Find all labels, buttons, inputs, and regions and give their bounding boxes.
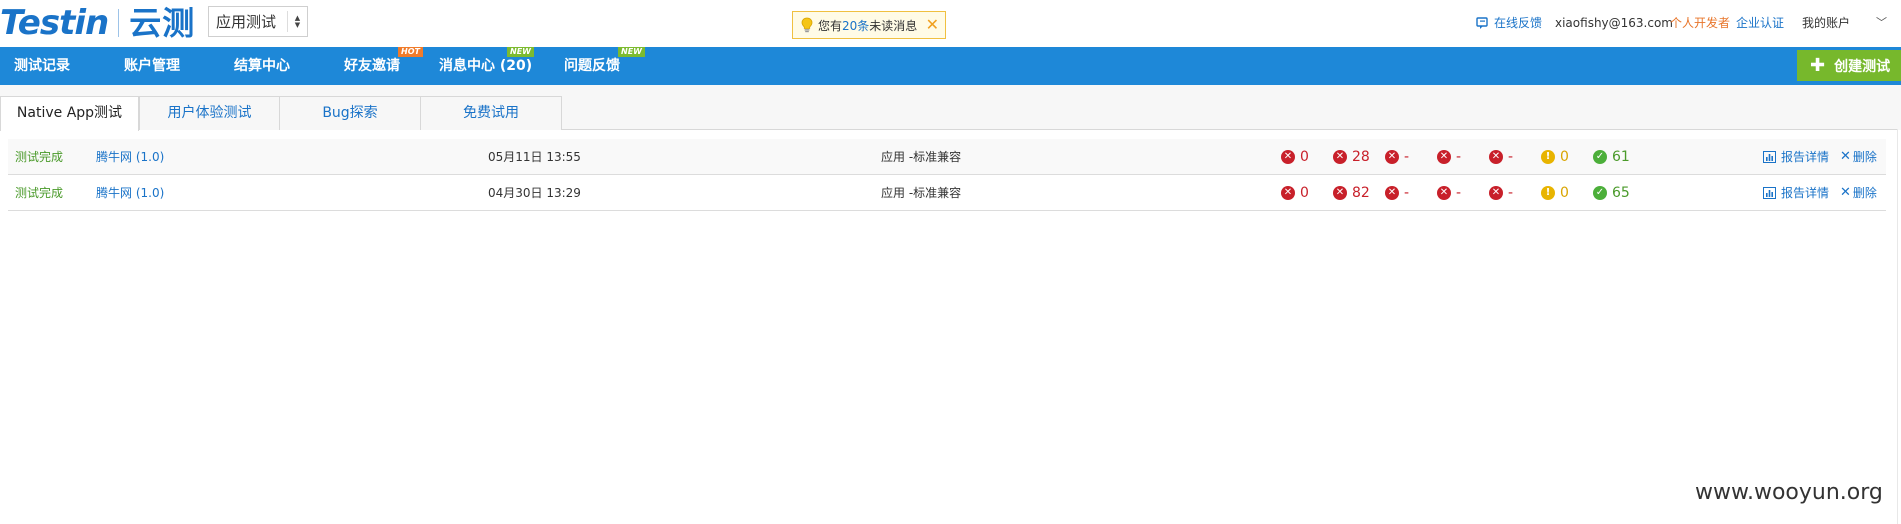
new-badge: NEW <box>618 47 645 57</box>
tab-native-app[interactable]: Native App测试 <box>0 96 139 131</box>
row-test-type: 应用 -标准兼容 <box>881 186 962 200</box>
main-nav: 测试记录 账户管理 结算中心 好友邀请 HOT 消息中心 (20) NEW 问题… <box>0 47 1901 85</box>
watermark-text: www.wooyun.org <box>1695 480 1883 505</box>
tab-free-trial[interactable]: 免费试用 <box>420 96 562 130</box>
report-detail-label: 报告详情 <box>1781 150 1830 164</box>
metric-error-3: ✕ - <box>1385 139 1409 175</box>
check-icon: ✓ <box>1593 186 1607 200</box>
metric-error-1: ✕ 0 <box>1281 175 1309 211</box>
enterprise-auth-link[interactable]: 企业认证 <box>1736 14 1784 32</box>
row-status: 测试完成 <box>15 150 64 164</box>
error-icon: ✕ <box>1333 150 1347 164</box>
metric-error-5: ✕ - <box>1489 175 1513 211</box>
error-icon: ✕ <box>1489 186 1503 200</box>
report-detail-link[interactable]: 报告详情 <box>1763 139 1829 175</box>
nav-account-management[interactable]: 账户管理 <box>124 47 180 85</box>
tab-user-experience[interactable]: 用户体验测试 <box>139 96 280 130</box>
chevron-down-icon[interactable]: ﹀ <box>1876 14 1887 32</box>
new-badge: NEW <box>507 47 534 57</box>
nav-friend-invite[interactable]: 好友邀请 <box>344 47 400 85</box>
nav-billing-center[interactable]: 结算中心 <box>234 47 290 85</box>
app-type-select-value: 应用测试 <box>216 13 277 31</box>
error-icon: ✕ <box>1437 186 1451 200</box>
table-row: 测试完成 腾牛网 (1.0) 04月30日 13:29 应用 -标准兼容 ✕ 0 … <box>8 175 1886 211</box>
bar-chart-icon <box>1763 151 1776 163</box>
error-icon: ✕ <box>1281 186 1295 200</box>
online-feedback-link[interactable]: 在线反馈 <box>1476 14 1542 32</box>
row-time: 04月30日 13:29 <box>488 186 581 200</box>
row-app-link[interactable]: 腾牛网 (1.0) <box>96 175 164 211</box>
notice-count-link[interactable]: 20条 <box>842 17 869 34</box>
metric-error-3: ✕ - <box>1385 175 1409 211</box>
delete-link[interactable]: ✕ 删除 <box>1840 175 1877 211</box>
warning-icon: ! <box>1541 186 1555 200</box>
delete-link[interactable]: ✕ 删除 <box>1840 139 1877 175</box>
bar-chart-icon <box>1763 187 1776 199</box>
check-icon: ✓ <box>1593 150 1607 164</box>
metric-error-4: ✕ - <box>1437 139 1461 175</box>
hot-badge: HOT <box>398 47 423 57</box>
create-test-button[interactable]: ✚ 创建测试 <box>1797 50 1901 81</box>
select-arrows-icon: ▲ ▼ <box>287 11 307 32</box>
metric-error-1: ✕ 0 <box>1281 139 1309 175</box>
error-icon: ✕ <box>1281 150 1295 164</box>
row-status: 测试完成 <box>15 186 64 200</box>
logo-text-cn: 云测 <box>129 4 196 42</box>
delete-label: 删除 <box>1852 186 1877 200</box>
app-type-select[interactable]: 应用测试 ▲ ▼ <box>208 6 308 37</box>
delete-label: 删除 <box>1852 150 1877 164</box>
plus-icon: ✚ <box>1810 54 1826 76</box>
metric-pass: ✓ 65 <box>1593 175 1630 211</box>
top-header: Testin 云测 应用测试 ▲ ▼ 您有 20条 未读消息 ✕ 在线反馈 xia… <box>0 0 1901 46</box>
metric-error-5: ✕ - <box>1489 139 1513 175</box>
content-border <box>1897 129 1898 524</box>
notice-suffix: 未读消息 <box>869 18 918 33</box>
error-icon: ✕ <box>1437 150 1451 164</box>
error-icon: ✕ <box>1385 150 1399 164</box>
error-icon: ✕ <box>1489 150 1503 164</box>
warning-icon: ! <box>1541 150 1555 164</box>
row-test-type: 应用 -标准兼容 <box>881 150 962 164</box>
tab-bug-explore[interactable]: Bug探索 <box>279 96 421 130</box>
error-icon: ✕ <box>1333 186 1347 200</box>
table-row: 测试完成 腾牛网 (1.0) 05月11日 13:55 应用 -标准兼容 ✕ 0 … <box>8 139 1886 175</box>
nav-issue-feedback[interactable]: 问题反馈 <box>564 47 620 85</box>
metric-error-4: ✕ - <box>1437 175 1461 211</box>
row-time: 05月11日 13:55 <box>488 150 581 164</box>
notice-prefix: 您有 <box>818 18 843 33</box>
error-icon: ✕ <box>1385 186 1399 200</box>
online-feedback-label: 在线反馈 <box>1494 16 1543 30</box>
metric-warning: ! 0 <box>1541 139 1569 175</box>
report-detail-link[interactable]: 报告详情 <box>1763 175 1829 211</box>
testin-logo[interactable]: Testin 云测 <box>0 3 195 43</box>
unread-notice[interactable]: 您有 20条 未读消息 ✕ <box>792 11 946 39</box>
row-app-link[interactable]: 腾牛网 (1.0) <box>96 139 164 175</box>
close-icon[interactable]: ✕ <box>926 16 939 34</box>
my-account-menu[interactable]: 我的账户 <box>1802 14 1850 32</box>
metric-error-2: ✕ 82 <box>1333 175 1370 211</box>
metric-pass: ✓ 61 <box>1593 139 1630 175</box>
nav-test-records[interactable]: 测试记录 <box>14 47 70 85</box>
chat-bubble-icon <box>1476 16 1488 29</box>
logo-text-en: Testin <box>0 3 109 43</box>
user-email: xiaofishy@163.com <box>1555 16 1673 30</box>
personal-developer-link[interactable]: 个人开发者 <box>1670 14 1730 32</box>
create-test-label: 创建测试 <box>1834 58 1891 75</box>
metric-error-2: ✕ 28 <box>1333 139 1370 175</box>
report-detail-label: 报告详情 <box>1781 186 1830 200</box>
lightbulb-icon <box>801 17 813 33</box>
metric-warning: ! 0 <box>1541 175 1569 211</box>
delete-icon: ✕ <box>1840 149 1851 164</box>
logo-divider <box>118 9 120 37</box>
delete-icon: ✕ <box>1840 185 1851 200</box>
